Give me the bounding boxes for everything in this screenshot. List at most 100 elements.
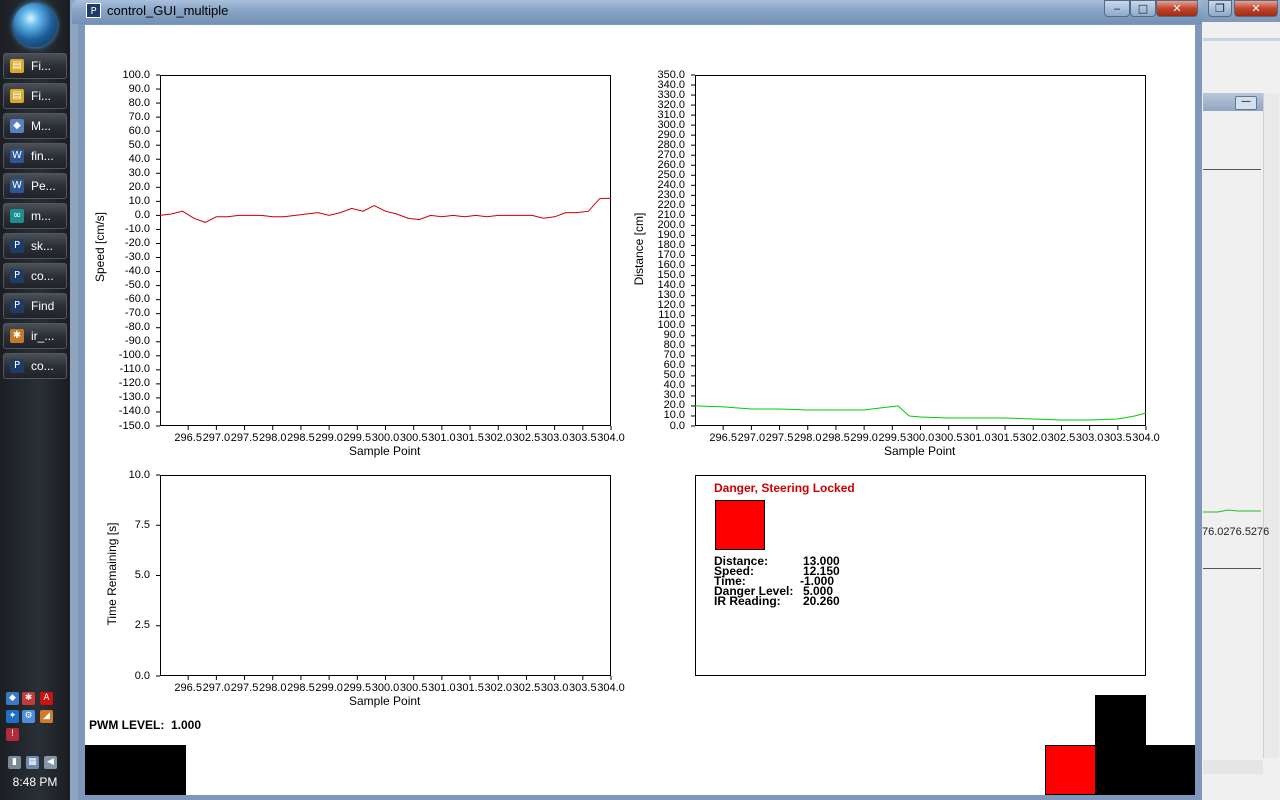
speed-chart-xlabel: Sample Point [349, 444, 421, 458]
x-tick-label: 304.0 [1132, 432, 1160, 444]
background-window-scrollbar[interactable] [1263, 93, 1279, 758]
background-close-button[interactable]: ✕ [1234, 0, 1278, 17]
x-tick-label: 301.0 [428, 432, 456, 444]
time-chart-xlabel: Sample Point [349, 694, 421, 708]
pwm-level-value: 1.000 [171, 718, 202, 732]
x-tick-label: 296.5 [174, 682, 202, 694]
x-tick-label: 303.0 [540, 682, 569, 694]
x-tick-label: 297.0 [202, 432, 231, 444]
close-button[interactable]: ✕ [1156, 0, 1198, 17]
distance-chart-xlabel: Sample Point [884, 444, 956, 458]
y-tick-label: 5.0 [134, 569, 150, 581]
tray-shield-icon[interactable]: ✱ [22, 692, 35, 705]
x-tick-label: 299.5 [343, 682, 372, 694]
y-tick-label: 2.5 [134, 619, 150, 632]
maximize-button[interactable]: □ [1130, 0, 1156, 17]
background-window-hscrollbar[interactable] [1203, 760, 1263, 774]
time-remaining-chart [160, 475, 611, 676]
tray-settings-icon[interactable]: ⚙ [22, 710, 35, 723]
x-tick-label: 302.0 [484, 682, 513, 694]
tray-volume-icon[interactable]: ◀ [44, 756, 57, 769]
x-tick-label: 301.5 [456, 432, 484, 444]
x-tick-label: 303.0 [540, 432, 569, 444]
x-tick-label: 302.5 [512, 432, 541, 444]
x-tick-label: 298.5 [287, 682, 315, 694]
x-tick-label: 298.5 [287, 432, 315, 444]
x-tick-label: 304.0 [597, 432, 625, 444]
tray-alert-icon[interactable]: ! [6, 728, 19, 741]
x-tick-label: 303.5 [569, 682, 597, 694]
processing-icon[interactable]: P [86, 3, 101, 18]
window-titlebar[interactable] [72, 0, 1202, 24]
background-chart-line [1203, 509, 1261, 513]
x-tick-label: 299.0 [315, 432, 343, 444]
y-tick-label: 0.0 [669, 419, 685, 432]
start-button[interactable] [13, 3, 57, 47]
danger-status-title: Danger, Steering Locked [714, 481, 855, 495]
x-tick-label: 297.5 [765, 432, 794, 444]
x-tick-label: 300.5 [399, 682, 428, 694]
x-tick-label: 300.5 [934, 432, 963, 444]
x-tick-label: 297.5 [230, 432, 259, 444]
x-tick-label: 302.0 [1019, 432, 1048, 444]
pwm-level-bar [85, 745, 186, 795]
x-tick-label: 301.0 [963, 432, 991, 444]
y-tick-label: 10.0 [128, 468, 150, 481]
status-label: IR Reading: [714, 594, 781, 608]
x-tick-label: 303.5 [1104, 432, 1132, 444]
x-tick-label: 298.0 [258, 682, 287, 694]
pwm-level-label: PWM LEVEL: 1.000 [89, 718, 201, 732]
pwm-level-caption: PWM LEVEL: [89, 718, 165, 732]
x-tick-label: 303.5 [569, 432, 597, 444]
y-tick-label: 0.0 [134, 669, 150, 682]
x-tick-label: 304.0 [597, 682, 625, 694]
danger-indicator [715, 500, 765, 550]
tray-battery-icon[interactable]: ▮ [8, 756, 21, 769]
tray-app-icon[interactable]: ◆ [6, 692, 19, 705]
y-tick-label: 7.5 [134, 518, 150, 531]
x-tick-label: 297.5 [230, 682, 259, 694]
tray-pdf-icon[interactable]: A [40, 692, 53, 705]
background-restore-button[interactable]: ❐ [1208, 0, 1232, 17]
x-tick-label: 298.0 [793, 432, 822, 444]
danger-bar-short [1145, 745, 1195, 795]
background-chart-ticks: 76.0276.5276 [1202, 526, 1270, 538]
status-value: 20.260 [803, 594, 840, 608]
x-tick-label: 302.5 [1047, 432, 1076, 444]
tray-tool-icon[interactable]: ◢ [40, 710, 53, 723]
background-divider-line [1203, 169, 1261, 170]
x-tick-label: 302.0 [484, 432, 513, 444]
system-tray: ◆ ✱ A ✦ ⚙ ◢ ! ▮ ▦ ◀ [4, 690, 66, 769]
speed-chart-ylabel: Speed [cm/s] [93, 211, 107, 283]
x-tick-label: 298.5 [822, 432, 850, 444]
x-tick-label: 298.0 [258, 432, 287, 444]
x-tick-label: 300.0 [906, 432, 935, 444]
background-window-divider [1203, 38, 1280, 41]
tray-network-icon[interactable]: ▦ [26, 756, 39, 769]
x-tick-label: 303.0 [1075, 432, 1104, 444]
x-tick-label: 301.5 [456, 682, 484, 694]
x-tick-label: 300.0 [371, 432, 400, 444]
background-divider-line [1203, 568, 1261, 569]
x-tick-label: 297.0 [202, 682, 231, 694]
tray-bluetooth-icon[interactable]: ✦ [6, 710, 19, 723]
x-tick-label: 300.5 [399, 432, 428, 444]
taskbar-clock[interactable]: 8:48 PM [0, 775, 70, 789]
x-tick-label: 301.5 [991, 432, 1019, 444]
distance-chart [695, 75, 1146, 426]
time-chart-ylabel: Time Remaining [s] [105, 522, 119, 626]
x-tick-label: 299.0 [850, 432, 878, 444]
window-title: control_GUI_multiple [107, 3, 229, 18]
x-tick-label: 296.5 [709, 432, 737, 444]
x-tick-label: 299.0 [315, 682, 343, 694]
background-panel-minimize-button[interactable]: — [1235, 96, 1257, 110]
danger-bar-red [1045, 745, 1096, 795]
minimize-button[interactable]: ‒ [1104, 0, 1130, 17]
x-tick-label: 297.0 [737, 432, 766, 444]
x-tick-label: 300.0 [371, 682, 400, 694]
x-tick-label: 299.5 [343, 432, 372, 444]
danger-bar-tall [1095, 695, 1146, 795]
x-tick-label: 299.5 [878, 432, 907, 444]
x-tick-label: 302.5 [512, 682, 541, 694]
distance-chart-ylabel: Distance [cm] [632, 212, 646, 286]
